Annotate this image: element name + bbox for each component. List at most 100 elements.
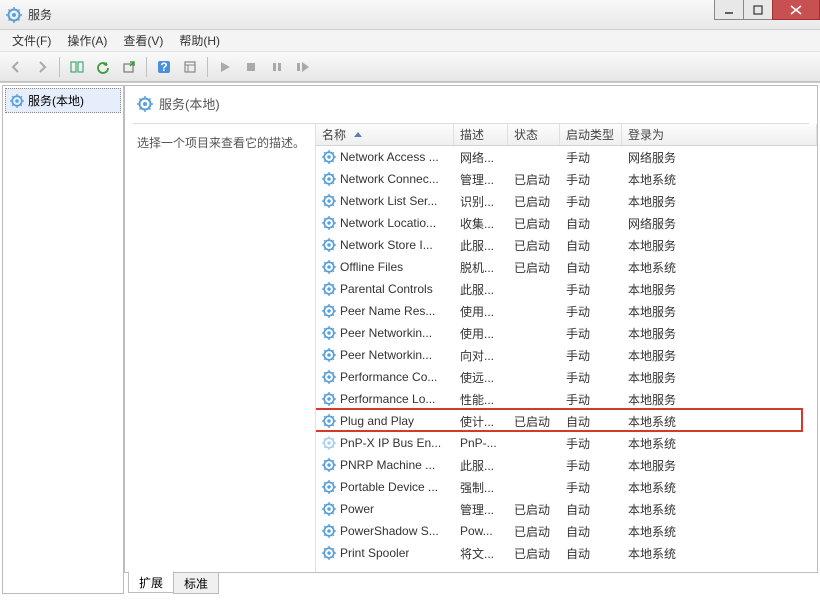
service-name: Portable Device ... bbox=[340, 480, 438, 494]
table-row[interactable]: Peer Name Res...使用...手动本地服务 bbox=[316, 300, 817, 322]
stop-service-button[interactable] bbox=[239, 55, 263, 79]
gear-icon bbox=[322, 414, 336, 428]
service-desc: 此服... bbox=[460, 457, 494, 474]
minimize-button[interactable] bbox=[714, 0, 744, 20]
service-logon: 本地系统 bbox=[628, 501, 676, 518]
description-pane: 选择一个项目来查看它的描述。 bbox=[125, 124, 315, 572]
detail-pane: 服务(本地) 选择一个项目来查看它的描述。 名称 描述 状态 启动类型 登录为 … bbox=[124, 85, 818, 573]
toolbar: ? bbox=[0, 52, 820, 82]
menu-help[interactable]: 帮助(H) bbox=[171, 30, 228, 51]
table-row[interactable]: Portable Device ...强制...手动本地系统 bbox=[316, 476, 817, 498]
service-startup: 自动 bbox=[566, 259, 590, 276]
menu-action[interactable]: 操作(A) bbox=[59, 30, 115, 51]
gear-icon bbox=[322, 546, 336, 560]
restart-service-button[interactable] bbox=[291, 55, 315, 79]
table-row[interactable]: Print Spooler将文...已启动自动本地系统 bbox=[316, 542, 817, 564]
service-startup: 手动 bbox=[566, 325, 590, 342]
column-startup[interactable]: 启动类型 bbox=[560, 124, 622, 145]
service-name: PnP-X IP Bus En... bbox=[340, 436, 441, 450]
table-row[interactable]: Power管理...已启动自动本地系统 bbox=[316, 498, 817, 520]
table-row[interactable]: Offline Files脱机...已启动自动本地系统 bbox=[316, 256, 817, 278]
table-row[interactable]: Plug and Play使计...已启动自动本地系统 bbox=[316, 410, 817, 432]
gear-icon bbox=[322, 194, 336, 208]
table-row[interactable]: Performance Lo...性能...手动本地服务 bbox=[316, 388, 817, 410]
column-logon[interactable]: 登录为 bbox=[622, 124, 817, 145]
start-service-button[interactable] bbox=[213, 55, 237, 79]
service-desc: 管理... bbox=[460, 171, 494, 188]
help-button[interactable]: ? bbox=[152, 55, 176, 79]
service-startup: 自动 bbox=[566, 545, 590, 562]
description-prompt: 选择一个项目来查看它的描述。 bbox=[137, 136, 305, 150]
close-button[interactable] bbox=[772, 0, 820, 20]
table-row[interactable]: PNRP Machine ...此服...手动本地服务 bbox=[316, 454, 817, 476]
table-row[interactable]: Network Store I...此服...已启动自动本地服务 bbox=[316, 234, 817, 256]
service-logon: 本地服务 bbox=[628, 457, 676, 474]
table-row[interactable]: Peer Networkin...向对...手动本地服务 bbox=[316, 344, 817, 366]
refresh-button[interactable] bbox=[91, 55, 115, 79]
table-row[interactable]: Network Connec...管理...已启动手动本地系统 bbox=[316, 168, 817, 190]
service-startup: 自动 bbox=[566, 215, 590, 232]
service-logon: 本地服务 bbox=[628, 303, 676, 320]
export-button[interactable] bbox=[117, 55, 141, 79]
maximize-button[interactable] bbox=[743, 0, 773, 20]
tab-extended[interactable]: 扩展 bbox=[128, 571, 174, 593]
service-startup: 手动 bbox=[566, 479, 590, 496]
tree-root-services[interactable]: 服务(本地) bbox=[5, 88, 121, 113]
service-name: Peer Name Res... bbox=[340, 304, 435, 318]
table-row[interactable]: Performance Co...使远...手动本地服务 bbox=[316, 366, 817, 388]
table-row[interactable]: Parental Controls此服...手动本地服务 bbox=[316, 278, 817, 300]
show-hide-tree-button[interactable] bbox=[65, 55, 89, 79]
service-desc: 脱机... bbox=[460, 259, 494, 276]
table-row[interactable]: PowerShadow S...Pow...已启动自动本地系统 bbox=[316, 520, 817, 542]
service-desc: 管理... bbox=[460, 501, 494, 518]
forward-button[interactable] bbox=[30, 55, 54, 79]
service-desc: 向对... bbox=[460, 347, 494, 364]
toolbar-separator bbox=[59, 57, 60, 77]
column-desc[interactable]: 描述 bbox=[454, 124, 508, 145]
service-name: Print Spooler bbox=[340, 546, 409, 560]
table-row[interactable]: Network Access ...网络...手动网络服务 bbox=[316, 146, 817, 168]
service-logon: 本地系统 bbox=[628, 413, 676, 430]
service-desc: 此服... bbox=[460, 281, 494, 298]
service-startup: 自动 bbox=[566, 413, 590, 430]
table-row[interactable]: Network List Ser...识别...已启动手动本地服务 bbox=[316, 190, 817, 212]
column-status[interactable]: 状态 bbox=[508, 124, 560, 145]
service-status: 已启动 bbox=[514, 237, 550, 254]
table-row[interactable]: Network Locatio...收集...已启动自动网络服务 bbox=[316, 212, 817, 234]
service-startup: 手动 bbox=[566, 369, 590, 386]
service-status: 已启动 bbox=[514, 523, 550, 540]
properties-button[interactable] bbox=[178, 55, 202, 79]
tree-pane: 服务(本地) bbox=[2, 85, 124, 594]
title-bar: 服务 bbox=[0, 0, 820, 30]
service-logon: 本地服务 bbox=[628, 369, 676, 386]
service-desc: 使计... bbox=[460, 413, 494, 430]
tree-root-label: 服务(本地) bbox=[28, 92, 84, 109]
back-button[interactable] bbox=[4, 55, 28, 79]
service-desc: PnP-... bbox=[460, 436, 497, 450]
menu-view[interactable]: 查看(V) bbox=[115, 30, 171, 51]
service-logon: 本地系统 bbox=[628, 171, 676, 188]
service-desc: 将文... bbox=[460, 545, 494, 562]
service-name: Performance Co... bbox=[340, 370, 437, 384]
service-status: 已启动 bbox=[514, 171, 550, 188]
tab-standard[interactable]: 标准 bbox=[173, 572, 219, 594]
service-startup: 手动 bbox=[566, 391, 590, 408]
service-name: Offline Files bbox=[340, 260, 403, 274]
table-row[interactable]: PnP-X IP Bus En...PnP-...手动本地系统 bbox=[316, 432, 817, 454]
service-name: Performance Lo... bbox=[340, 392, 435, 406]
column-name[interactable]: 名称 bbox=[316, 124, 454, 145]
service-desc: 性能... bbox=[460, 391, 494, 408]
service-name: PowerShadow S... bbox=[340, 524, 439, 538]
gear-icon bbox=[322, 348, 336, 362]
service-startup: 手动 bbox=[566, 149, 590, 166]
toolbar-separator bbox=[146, 57, 147, 77]
service-startup: 手动 bbox=[566, 281, 590, 298]
service-name: Peer Networkin... bbox=[340, 326, 432, 340]
service-startup: 手动 bbox=[566, 193, 590, 210]
pause-service-button[interactable] bbox=[265, 55, 289, 79]
menu-file[interactable]: 文件(F) bbox=[4, 30, 59, 51]
gear-icon bbox=[322, 458, 336, 472]
service-status: 已启动 bbox=[514, 545, 550, 562]
service-status: 已启动 bbox=[514, 259, 550, 276]
table-row[interactable]: Peer Networkin...使用...手动本地服务 bbox=[316, 322, 817, 344]
